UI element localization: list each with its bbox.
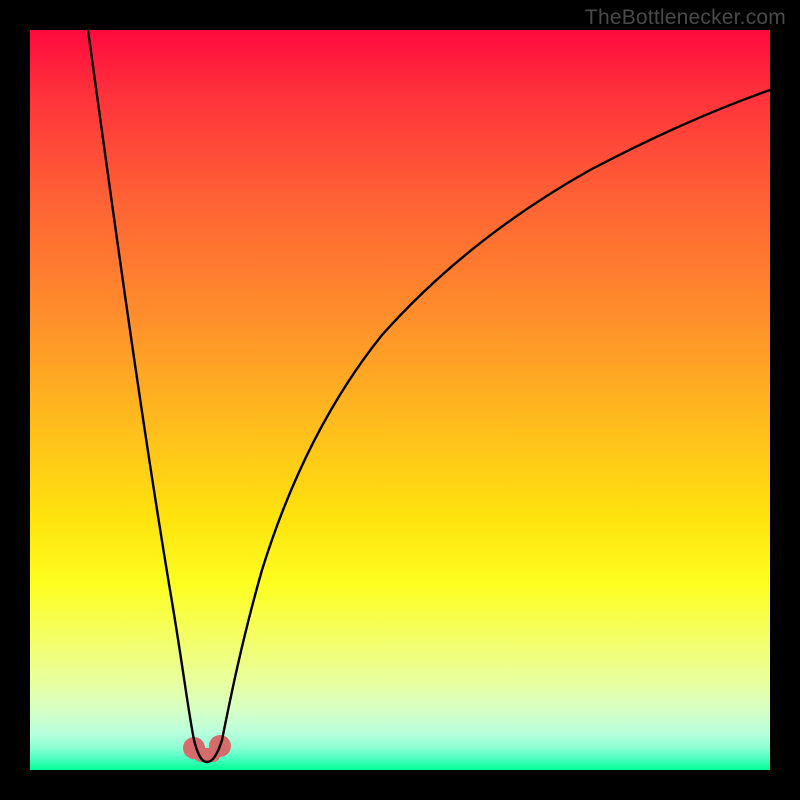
chart-frame: TheBottlenecker.com <box>0 0 800 800</box>
chart-svg <box>30 30 770 770</box>
optimal-marker <box>183 735 231 762</box>
watermark-text: TheBottlenecker.com <box>585 6 786 30</box>
plot-area <box>30 30 770 770</box>
bottleneck-curve-path <box>88 30 770 762</box>
